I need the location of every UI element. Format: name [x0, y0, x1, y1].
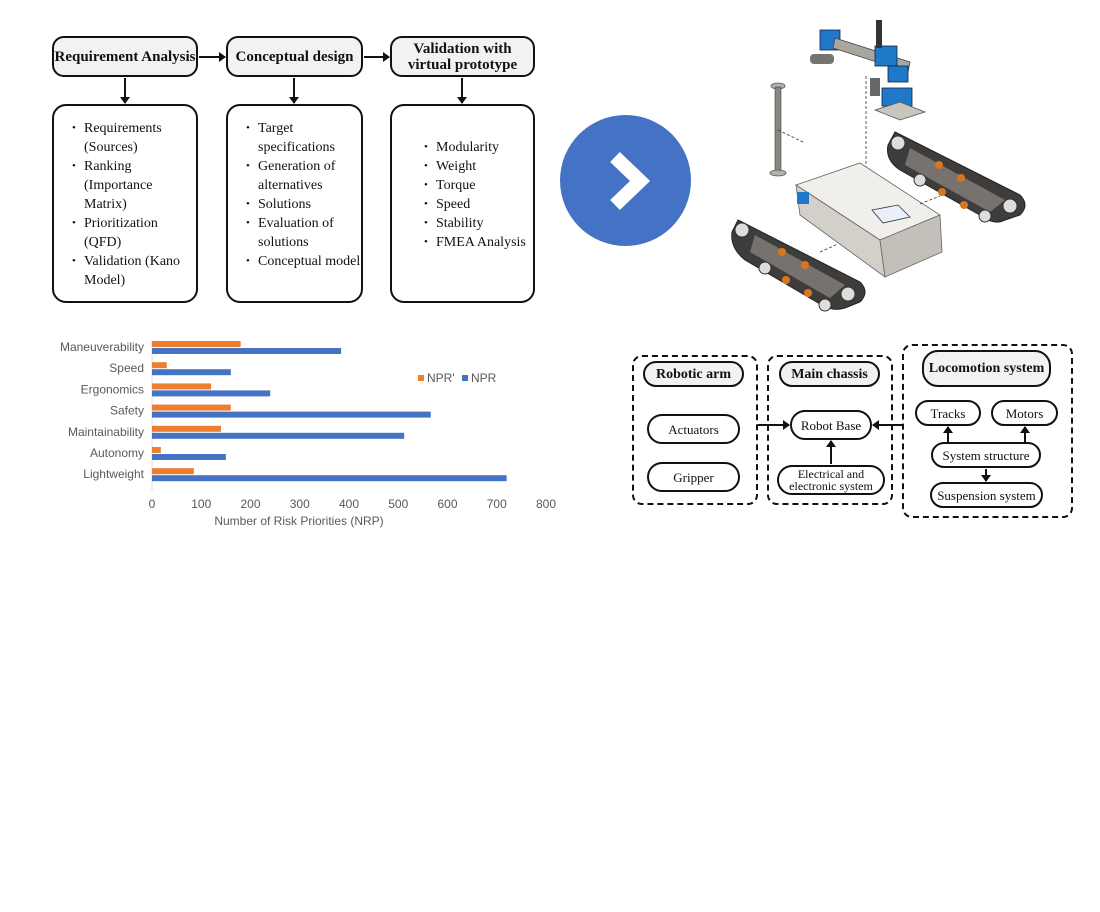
legend-label: NPR: [471, 371, 497, 385]
robotic-arm-title-text: Robotic arm: [655, 366, 732, 382]
arrow-left-icon: [872, 420, 902, 430]
actuators-node: Actuators: [647, 414, 740, 444]
bar-npr: [152, 475, 507, 482]
locomotion-title-text: Locomotion system: [928, 360, 1045, 376]
legend-swatch: [418, 375, 424, 381]
category-label: Ergonomics: [81, 382, 144, 396]
x-tick-label: 0: [149, 497, 156, 511]
x-tick-label: 100: [191, 497, 211, 511]
stage-list-item: Modularity: [424, 138, 533, 157]
stage-list-item: Generation of alternatives: [246, 157, 361, 195]
bar-nprprime: [152, 362, 167, 369]
x-axis-title: Number of Risk Priorities (NRP): [214, 514, 383, 528]
stage-list-item: Solutions: [246, 195, 361, 214]
chevron-right-icon: [610, 151, 651, 211]
arrow-right-icon: [364, 52, 390, 62]
x-tick-label: 700: [487, 497, 507, 511]
bar-nprprime: [152, 383, 212, 390]
bar-npr: [152, 454, 226, 460]
bar-npr: [152, 369, 231, 376]
arrow-up-icon: [1020, 426, 1030, 442]
stage-list-item: Torque: [424, 176, 533, 195]
bar-nprprime: [152, 341, 241, 347]
stage-list-item: Requirements (Sources): [72, 119, 196, 157]
arrow-right-icon: [199, 52, 226, 62]
bar-npr: [152, 432, 405, 439]
x-tick-label: 600: [437, 497, 457, 511]
stage-header-conceptual-design: Conceptual design: [226, 36, 363, 77]
bar-nprprime: [152, 425, 221, 432]
mast: [769, 82, 806, 177]
stage-list-item: Stability: [424, 214, 533, 233]
bar-npr: [152, 348, 342, 354]
electrical-system-node: Electrical and electronic system: [777, 465, 885, 495]
robotic-arm-title: Robotic arm: [643, 361, 744, 387]
x-tick-label: 300: [290, 497, 310, 511]
motors-label: Motors: [1005, 405, 1044, 421]
stage-list-item: Weight: [424, 157, 533, 176]
stage-list-item: FMEA Analysis: [424, 233, 533, 252]
category-label: Maintainability: [68, 425, 144, 439]
legend-label: NPR': [427, 371, 455, 385]
stage-body-validation: ModularityWeightTorqueSpeedStabilityFMEA…: [390, 104, 535, 303]
locomotion-title: Locomotion system: [922, 350, 1051, 387]
robot-cad-image: [731, 20, 1026, 312]
arrow-down-icon: [981, 469, 991, 482]
stage-header-requirement-analysis: Requirement Analysis: [52, 36, 198, 77]
stage-list-item: Ranking (Importance Matrix): [72, 157, 196, 214]
stage-list-item: Prioritization (QFD): [72, 214, 196, 252]
arrow-up-icon: [826, 440, 836, 464]
robot-base-label: Robot Base: [800, 417, 862, 433]
stage-title: Requirement Analysis: [54, 48, 196, 65]
suspension-system-node: Suspension system: [930, 482, 1043, 508]
next-button[interactable]: [560, 115, 691, 246]
stage-list-item: Conceptual model: [246, 252, 361, 271]
category-label: Lightweight: [83, 467, 144, 481]
robot-base-node: Robot Base: [790, 410, 872, 440]
tracks-node: Tracks: [915, 400, 981, 426]
stage-title: Conceptual design: [235, 48, 354, 65]
arrow-down-icon: [120, 78, 130, 104]
arrow-down-icon: [457, 78, 467, 104]
x-tick-label: 500: [388, 497, 408, 511]
legend-swatch: [462, 375, 468, 381]
category-label: Maneuverability: [60, 340, 144, 354]
stage-list-item: Evaluation of solutions: [246, 214, 361, 252]
category-label: Safety: [110, 404, 144, 418]
risk-priority-chart: Maneuverability Speed Ergonomics Safety Main…: [60, 340, 556, 528]
x-tick-label: 400: [339, 497, 359, 511]
main-chassis-title: Main chassis: [779, 361, 880, 387]
electrical-system-label: Electrical and electronic system: [789, 467, 873, 493]
x-tick-label: 800: [536, 497, 556, 511]
stage-body-requirement-analysis: Requirements (Sources)Ranking (Importanc…: [52, 104, 198, 303]
x-tick-label: 200: [240, 497, 260, 511]
stage-title: Validation with virtual prototype: [407, 40, 518, 73]
arrow-up-icon: [943, 426, 953, 442]
arrow-right-icon: [758, 420, 790, 430]
bar-nprprime: [152, 468, 194, 475]
category-label: Speed: [109, 361, 144, 375]
stage-list-item: Validation (Kano Model): [72, 252, 196, 290]
bar-npr: [152, 390, 271, 397]
category-label: Autonomy: [90, 446, 144, 460]
system-structure-node: System structure: [931, 442, 1041, 468]
stage-list-item: Speed: [424, 195, 533, 214]
bar-nprprime: [152, 447, 161, 453]
bar-npr: [152, 411, 431, 418]
bar-nprprime: [152, 404, 231, 411]
main-chassis-title-text: Main chassis: [791, 366, 868, 382]
actuators-label: Actuators: [668, 421, 719, 437]
stage-list-item: Target specifications: [246, 119, 361, 157]
stage-body-conceptual-design: Target specificationsGeneration of alter…: [226, 104, 363, 303]
arrow-down-icon: [289, 78, 299, 104]
stage-header-validation: Validation with virtual prototype: [390, 36, 535, 77]
suspension-system-label: Suspension system: [937, 487, 1036, 503]
tracks-label: Tracks: [930, 405, 966, 421]
gripper-label: Gripper: [673, 469, 714, 485]
system-structure-label: System structure: [942, 447, 1030, 463]
gripper-node: Gripper: [647, 462, 740, 492]
motors-node: Motors: [991, 400, 1058, 426]
